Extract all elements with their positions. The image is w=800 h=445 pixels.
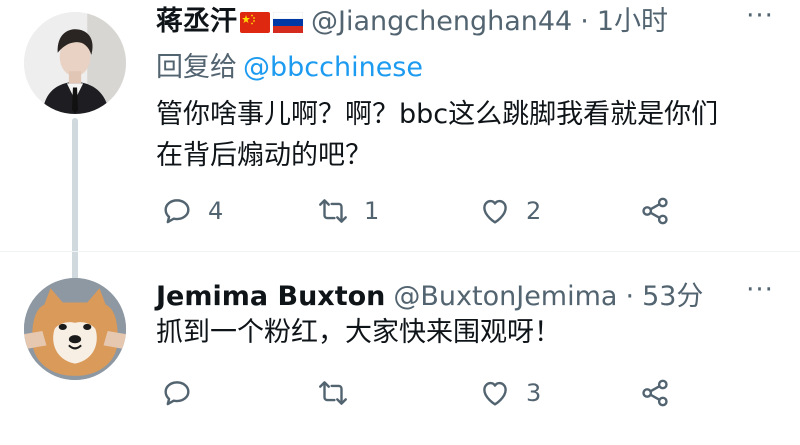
reply-mention-link[interactable]: @bbcchinese (243, 52, 423, 83)
retweet-button[interactable] (316, 373, 364, 413)
share-button[interactable] (638, 373, 686, 413)
reply-to: 回复给 @bbcchinese (156, 51, 423, 85)
heart-icon (483, 199, 507, 224)
avatar[interactable] (24, 278, 126, 380)
tweet-text-line: 在背后煽动的吧？ (156, 140, 372, 171)
more-options-button[interactable]: ··· (742, 3, 778, 40)
share-button[interactable] (638, 191, 686, 231)
more-options-button[interactable]: ··· (742, 277, 778, 314)
reply-count: 4 (208, 197, 224, 225)
timestamp[interactable]: 1小时 (597, 5, 668, 39)
avatar[interactable] (24, 12, 126, 114)
reply-button[interactable]: 4 (160, 191, 223, 231)
share-icon (642, 379, 668, 407)
tweet-2[interactable]: Jemima Buxton @BuxtonJemima · 53分 ··· 抓到… (0, 252, 800, 445)
like-button[interactable]: 2 (478, 191, 541, 231)
display-name[interactable]: 蒋丞汗 (156, 5, 237, 39)
tweet-1[interactable]: 蒋丞汗 @Jiangchenghan44 · 1小时 ··· 回复给 @bbcch… (0, 0, 800, 288)
share-icon (642, 197, 668, 225)
tweet-header: Jemima Buxton @BuxtonJemima · 53分 (156, 280, 703, 314)
separator: · (625, 281, 635, 312)
reply-icon (164, 199, 190, 224)
tweet-header: 蒋丞汗 @Jiangchenghan44 · 1小时 (156, 5, 668, 39)
action-bar: 3 (160, 373, 680, 413)
like-count: 2 (526, 197, 542, 225)
handle[interactable]: @BuxtonJemima (393, 280, 617, 314)
like-count: 3 (526, 379, 542, 407)
tweet-text-line: 抓到一个粉红，大家快来围观呀！ (156, 317, 561, 348)
timestamp[interactable]: 53分 (642, 280, 703, 314)
separator: · (580, 6, 589, 37)
russia-flag-icon (273, 11, 303, 33)
tweet-text: 管你啥事儿啊？啊？bbc这么跳脚我看就是你们 在背后煽动的吧？ (156, 94, 718, 176)
reply-button[interactable] (160, 373, 208, 413)
retweet-button[interactable]: 1 (316, 191, 379, 231)
reply-icon (164, 381, 190, 406)
dog-photo-icon (24, 278, 126, 380)
tweet-text-line: 管你啥事儿啊？啊？bbc这么跳脚我看就是你们 (156, 99, 719, 130)
like-button[interactable]: 3 (478, 373, 541, 413)
tweet-text: 抓到一个粉红，大家快来围观呀！ (156, 312, 561, 353)
reply-to-label: 回复给 (156, 52, 237, 83)
display-name[interactable]: Jemima Buxton (156, 280, 385, 314)
heart-icon (483, 381, 507, 406)
user-photo-icon (24, 12, 126, 114)
handle[interactable]: @Jiangchenghan44 (311, 5, 572, 39)
action-bar: 4 1 2 (160, 191, 680, 231)
retweet-icon (319, 199, 347, 223)
retweet-count: 1 (364, 197, 380, 225)
china-flag-icon (240, 11, 270, 33)
retweet-icon (319, 381, 347, 405)
